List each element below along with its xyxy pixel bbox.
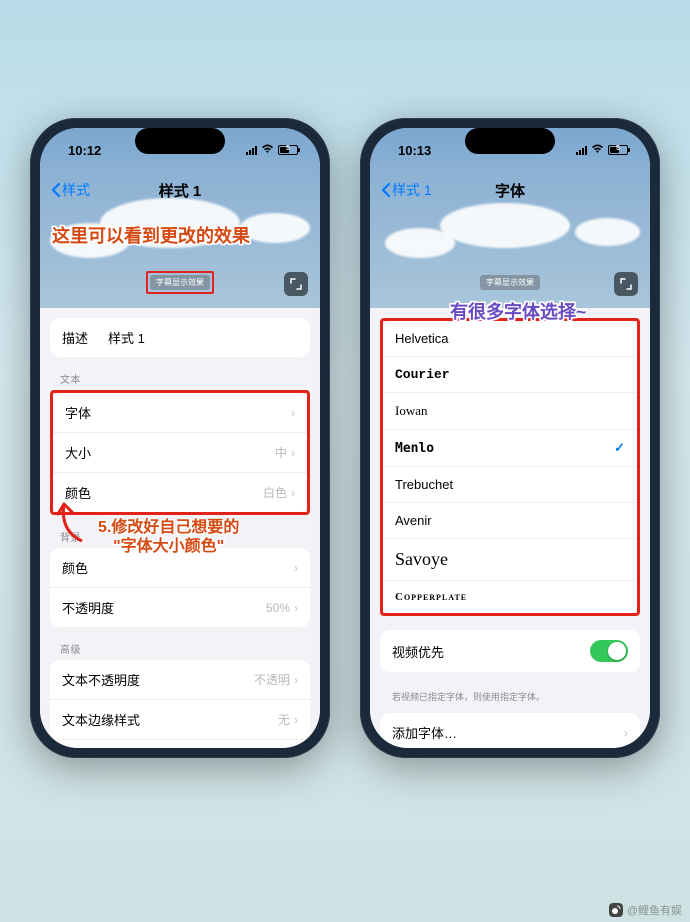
- expand-button[interactable]: [614, 272, 638, 296]
- bg-color-label: 颜色: [62, 558, 88, 577]
- font-option-copperplate[interactable]: Copperplate: [383, 581, 637, 613]
- font-option-trebuchet[interactable]: Trebuchet: [383, 467, 637, 503]
- expand-icon: [620, 278, 632, 290]
- expand-button[interactable]: [284, 272, 308, 296]
- adv-card: 文本不透明度 不透明 › 文本边缘样式 无 › 文本高亮标记 ›: [50, 660, 310, 748]
- nav-bar: 样式 1 字体: [370, 172, 650, 208]
- font-option-courier[interactable]: Courier: [383, 357, 637, 393]
- signal-icon: [246, 145, 257, 155]
- status-icons: 5: [246, 144, 298, 157]
- signal-icon: [576, 145, 587, 155]
- bg-card: 颜色 › 不透明度 50% ›: [50, 548, 310, 627]
- status-time: 10:12: [68, 143, 101, 158]
- video-priority-label: 视频优先: [392, 642, 444, 661]
- content-right: Helvetica Courier Iowan Menlo✓ Trebuchet…: [370, 308, 650, 748]
- adv-edge-row[interactable]: 文本边缘样式 无 ›: [50, 700, 310, 740]
- font-option-avenir[interactable]: Avenir: [383, 503, 637, 539]
- desc-value: 样式 1: [88, 328, 298, 347]
- adv-highlight-row[interactable]: 文本高亮标记 ›: [50, 740, 310, 748]
- adv-edge-label: 文本边缘样式: [62, 710, 140, 729]
- chevron-right-icon: ›: [291, 446, 295, 460]
- font-option-menlo[interactable]: Menlo✓: [383, 430, 637, 467]
- section-adv-label: 高级: [50, 641, 310, 660]
- expand-icon: [290, 278, 302, 290]
- font-option-helvetica[interactable]: Helvetica: [383, 321, 637, 357]
- adv-opacity-label: 文本不透明度: [62, 670, 140, 689]
- notch: [465, 128, 555, 154]
- desc-label: 描述: [62, 328, 88, 347]
- arrow-icon: [52, 496, 92, 546]
- watermark: @鲤鱼有娱: [609, 902, 682, 918]
- bg-opacity-label: 不透明度: [62, 598, 114, 617]
- font-row[interactable]: 字体 ›: [53, 393, 307, 433]
- battery-icon: 5: [608, 145, 628, 155]
- battery-icon: 5: [278, 145, 298, 155]
- watermark-text: @鲤鱼有娱: [627, 902, 682, 918]
- size-label: 大小: [65, 443, 91, 462]
- notch: [135, 128, 225, 154]
- size-row[interactable]: 大小 中 ›: [53, 433, 307, 473]
- font-option-savoye[interactable]: Savoye: [383, 539, 637, 581]
- description-row[interactable]: 描述 样式 1: [50, 318, 310, 357]
- video-priority-row: 视频优先: [380, 630, 640, 672]
- status-icons: 5: [576, 144, 628, 157]
- add-font-row[interactable]: 添加字体… ›: [380, 713, 640, 748]
- wifi-icon: [261, 144, 274, 157]
- back-button[interactable]: 样式 1: [380, 180, 432, 200]
- font-list-card: Helvetica Courier Iowan Menlo✓ Trebuchet…: [383, 321, 637, 613]
- wifi-icon: [591, 144, 604, 157]
- nav-title: 样式 1: [159, 180, 202, 201]
- preview-caption: 字幕显示效果: [480, 275, 540, 290]
- chevron-right-icon: ›: [624, 726, 628, 740]
- preview-highlight-box: 字幕显示效果: [146, 271, 214, 294]
- video-priority-note: 若视频已指定字体，则使用指定字体。: [380, 686, 640, 713]
- adv-edge-value: 无: [278, 711, 290, 728]
- annotation-left-top: 这里可以看到更改的效果: [52, 226, 250, 248]
- text-card: 字体 › 大小 中› 颜色 白色›: [53, 393, 307, 512]
- color-value: 白色: [263, 484, 287, 501]
- video-priority-toggle[interactable]: [590, 640, 628, 662]
- chevron-right-icon: ›: [294, 601, 298, 615]
- video-priority-card: 视频优先: [380, 630, 640, 672]
- status-time: 10:13: [398, 143, 431, 158]
- annotation-right-top: 有很多字体选择~: [450, 302, 587, 324]
- annotation-left-step: 5.修改好自己想要的 "字体大小颜色": [98, 518, 239, 556]
- back-label: 样式: [62, 180, 90, 200]
- preview-caption: 字幕显示效果: [150, 275, 210, 290]
- adv-opacity-row[interactable]: 文本不透明度 不透明 ›: [50, 660, 310, 700]
- chevron-left-icon: [50, 182, 62, 198]
- size-value: 中: [275, 444, 287, 461]
- back-label: 样式 1: [392, 180, 432, 200]
- font-list-highlight: Helvetica Courier Iowan Menlo✓ Trebuchet…: [380, 318, 640, 616]
- description-card: 描述 样式 1: [50, 318, 310, 357]
- weibo-icon: [609, 903, 623, 917]
- chevron-right-icon: ›: [294, 713, 298, 727]
- checkmark-icon: ✓: [614, 440, 625, 456]
- phone-right: 10:13 5 样式 1 字体: [360, 118, 660, 758]
- phone-left: 10:12 5 样式 样式 1: [30, 118, 330, 758]
- chevron-right-icon: ›: [294, 673, 298, 687]
- font-option-iowan[interactable]: Iowan: [383, 393, 637, 430]
- chevron-left-icon: [380, 182, 392, 198]
- screen-right: 10:13 5 样式 1 字体: [370, 128, 650, 748]
- chevron-right-icon: ›: [294, 561, 298, 575]
- nav-title: 字体: [495, 180, 525, 201]
- adv-opacity-value: 不透明: [254, 671, 290, 688]
- section-text-label: 文本: [50, 371, 310, 390]
- chevron-right-icon: ›: [291, 406, 295, 420]
- screen-left: 10:12 5 样式 样式 1: [40, 128, 320, 748]
- font-label: 字体: [65, 403, 91, 422]
- nav-bar: 样式 样式 1: [40, 172, 320, 208]
- add-font-label: 添加字体…: [392, 723, 457, 742]
- chevron-right-icon: ›: [291, 486, 295, 500]
- add-font-card: 添加字体… ›: [380, 713, 640, 748]
- bg-opacity-value: 50%: [266, 601, 290, 615]
- bg-opacity-row[interactable]: 不透明度 50% ›: [50, 588, 310, 627]
- back-button[interactable]: 样式: [50, 180, 90, 200]
